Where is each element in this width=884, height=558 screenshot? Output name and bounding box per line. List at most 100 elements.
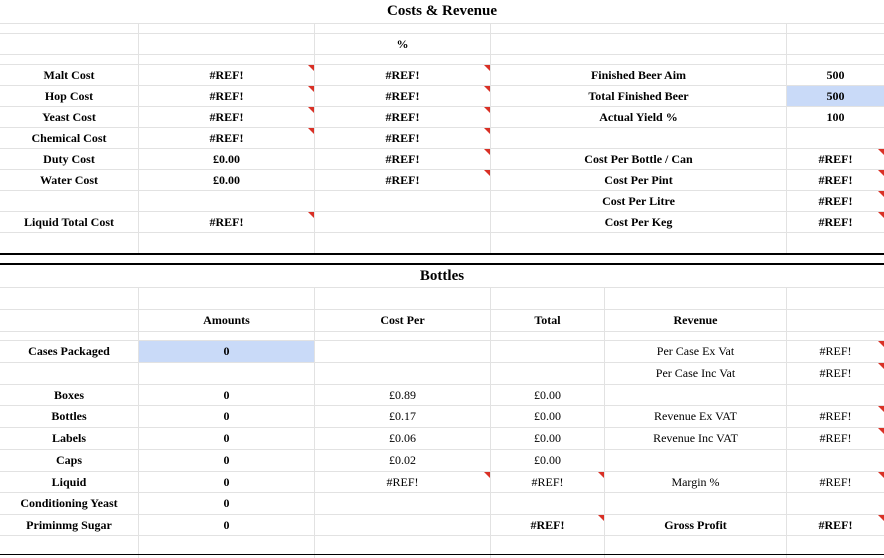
cost-cell[interactable]: £0.00: [139, 149, 314, 169]
cost-per-cell[interactable]: [315, 515, 490, 535]
amount-cell[interactable]: 0: [139, 515, 314, 535]
amount-cell[interactable]: 0: [139, 428, 314, 449]
total-cell[interactable]: £0.00: [491, 450, 604, 471]
revenue-label: Per Case Ex Vat: [656, 344, 735, 358]
actual-yield-cell[interactable]: 100: [787, 107, 884, 127]
total-cell[interactable]: £0.00: [491, 385, 604, 405]
pct-cell[interactable]: #REF!: [315, 128, 490, 148]
cost-per-keg-cell[interactable]: #REF!: [787, 212, 884, 232]
cost-cell[interactable]: #REF!: [139, 107, 314, 127]
comment-marker[interactable]: [878, 191, 884, 197]
revenue-cell[interactable]: #REF!: [787, 472, 884, 492]
revenue-cell[interactable]: #REF!: [787, 341, 884, 362]
cost-cell[interactable]: #REF!: [139, 86, 314, 106]
gridline: [0, 54, 884, 55]
total-cell[interactable]: £0.00: [491, 406, 604, 427]
revenue-cell[interactable]: #REF!: [787, 363, 884, 384]
right-label: Cost Per Litre: [602, 193, 675, 208]
cases-packaged-label: Cases Packaged: [28, 344, 110, 358]
row-label: Hop Cost: [44, 88, 94, 103]
comment-marker[interactable]: [878, 515, 884, 521]
cost-per-bottle-cell[interactable]: #REF!: [787, 149, 884, 169]
comment-marker[interactable]: [598, 472, 604, 478]
right-label: Actual Yield %: [599, 109, 678, 124]
comment-marker[interactable]: [308, 128, 314, 134]
cost-per-cell[interactable]: [315, 493, 490, 514]
liquid-total-cell[interactable]: #REF!: [139, 212, 314, 232]
cost-per-cell[interactable]: £0.17: [315, 406, 490, 427]
item-label: Boxes: [54, 387, 84, 402]
right-label: Total Finished Beer: [588, 88, 689, 103]
cost-per-litre-cell[interactable]: #REF!: [787, 191, 884, 211]
item-label: Caps: [55, 453, 82, 467]
cost-cell[interactable]: £0.00: [139, 170, 314, 190]
bottles-title: Bottles: [419, 267, 465, 284]
comment-marker[interactable]: [878, 472, 884, 478]
total-cell[interactable]: #REF!: [491, 515, 604, 535]
amount-cell[interactable]: 0: [139, 406, 314, 427]
revenue-cell[interactable]: #REF!: [787, 406, 884, 427]
cost-per-pint-cell[interactable]: #REF!: [787, 170, 884, 190]
comment-marker[interactable]: [308, 86, 314, 92]
comment-marker[interactable]: [308, 65, 314, 71]
cost-cell[interactable]: #REF!: [139, 128, 314, 148]
item-label: Bottles: [51, 409, 87, 423]
comment-marker[interactable]: [878, 363, 884, 369]
amount-cell[interactable]: 0: [139, 493, 314, 514]
comment-marker[interactable]: [484, 170, 490, 176]
comment-marker[interactable]: [878, 212, 884, 218]
cost-cell[interactable]: #REF!: [139, 65, 314, 85]
comment-marker[interactable]: [878, 170, 884, 176]
total-cell[interactable]: #REF!: [491, 472, 604, 492]
cost-per-cell[interactable]: #REF!: [315, 472, 490, 492]
pct-cell[interactable]: #REF!: [315, 65, 490, 85]
right-label: Finished Beer Aim: [590, 67, 687, 82]
cases-packaged-input[interactable]: 0: [139, 341, 314, 362]
comment-marker[interactable]: [308, 212, 314, 218]
total-finished-beer-cell[interactable]: 500: [787, 86, 884, 106]
revenue-label: Margin %: [671, 474, 720, 489]
comment-marker[interactable]: [484, 472, 490, 478]
total-cell[interactable]: £0.00: [491, 428, 604, 449]
total-cell[interactable]: [491, 493, 604, 514]
comment-marker[interactable]: [484, 149, 490, 155]
pct-cell[interactable]: #REF!: [315, 149, 490, 169]
gridline: [0, 535, 884, 536]
comment-marker[interactable]: [484, 65, 490, 71]
total-header: Total: [534, 313, 561, 327]
comment-marker[interactable]: [878, 428, 884, 434]
comment-marker[interactable]: [308, 107, 314, 113]
comment-marker[interactable]: [484, 107, 490, 113]
comment-marker[interactable]: [598, 515, 604, 521]
pct-cell[interactable]: #REF!: [315, 107, 490, 127]
pct-cell[interactable]: #REF!: [315, 170, 490, 190]
revenue-label: Gross Profit: [664, 517, 727, 532]
comment-marker[interactable]: [484, 128, 490, 134]
cost-per-header: Cost Per: [380, 313, 425, 327]
pct-cell[interactable]: #REF!: [315, 86, 490, 106]
item-label: Liquid: [51, 474, 87, 489]
amount-cell[interactable]: 0: [139, 385, 314, 405]
amount-cell[interactable]: 0: [139, 472, 314, 492]
gridline: [0, 287, 884, 288]
revenue-header: Revenue: [673, 313, 718, 327]
section-divider: [0, 554, 884, 555]
section-divider: [0, 253, 884, 255]
gross-profit-cell[interactable]: #REF!: [787, 515, 884, 535]
comment-marker[interactable]: [878, 341, 884, 347]
amount-cell[interactable]: 0: [139, 450, 314, 471]
row-label: Duty Cost: [43, 151, 95, 166]
gridline: [0, 331, 884, 332]
cost-per-cell[interactable]: £0.89: [315, 385, 490, 405]
cost-per-cell[interactable]: £0.06: [315, 428, 490, 449]
gridline: [0, 232, 884, 233]
revenue-label: Per Case Inc Vat: [655, 366, 736, 380]
revenue-cell[interactable]: #REF!: [787, 428, 884, 449]
amounts-header: Amounts: [203, 313, 250, 327]
cost-per-cell[interactable]: £0.02: [315, 450, 490, 471]
comment-marker[interactable]: [878, 406, 884, 412]
costs-title: Costs & Revenue: [387, 3, 497, 19]
comment-marker[interactable]: [878, 149, 884, 155]
comment-marker[interactable]: [484, 86, 490, 92]
finished-beer-aim-cell[interactable]: 500: [787, 65, 884, 85]
